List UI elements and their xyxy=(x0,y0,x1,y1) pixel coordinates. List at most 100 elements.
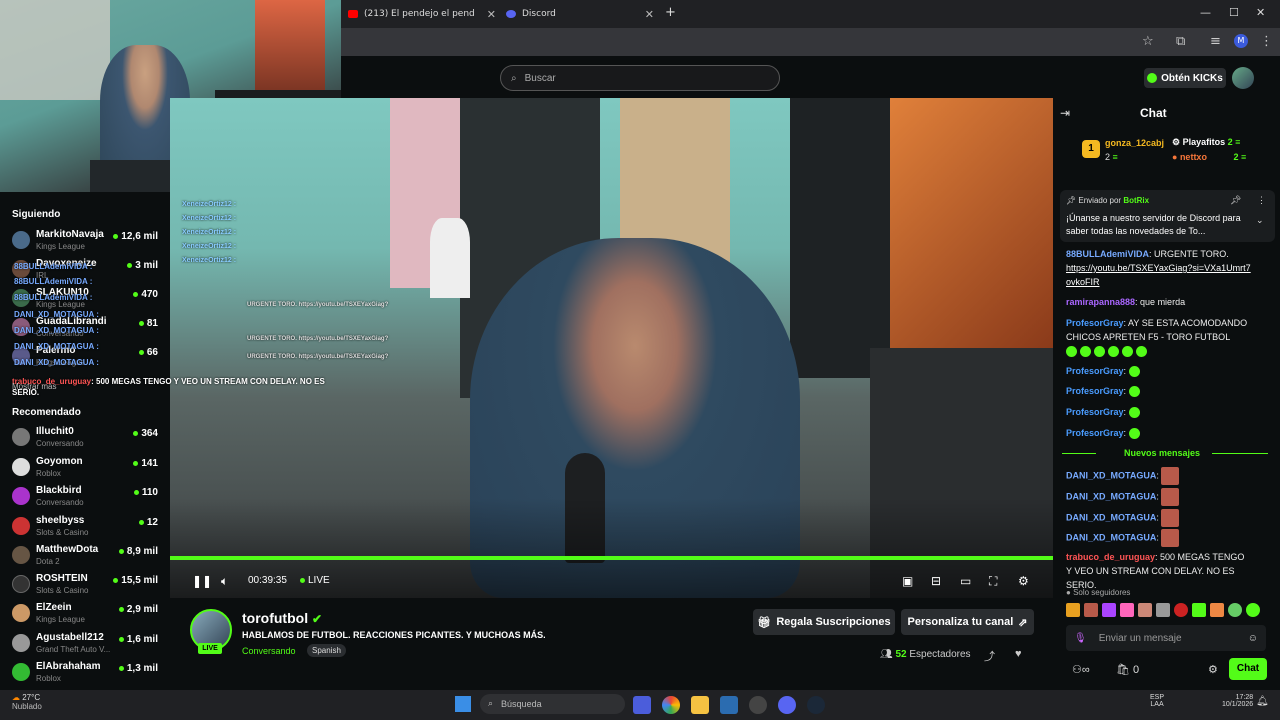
clip-icon[interactable]: ⊟ xyxy=(931,574,941,588)
sidebar-channel-markitonavaja[interactable]: MarkitoNavaja Kings League 12,6 mil xyxy=(12,229,162,257)
discord-icon xyxy=(506,10,516,18)
app-icon[interactable] xyxy=(749,696,767,714)
chat-input[interactable]: 🎙︎ Enviar un mensaje ☺ xyxy=(1066,625,1266,651)
overlay-chat-line: DANI_XD_MOTAGUA : xyxy=(14,358,99,367)
video-player[interactable] xyxy=(170,98,1053,598)
menu-icon[interactable]: ⋮ xyxy=(1260,34,1273,49)
live-dot-icon xyxy=(138,349,144,355)
sidebar-channel-roshtein[interactable]: ROSHTEIN Slots & Casino 15,5 mil xyxy=(12,573,162,601)
steam-icon[interactable] xyxy=(807,696,825,714)
progress-bar[interactable] xyxy=(170,556,1053,560)
live-dot-icon xyxy=(138,320,144,326)
minimize-icon[interactable]: — xyxy=(1200,6,1211,19)
chat-message: ProfesorGray: xyxy=(1066,384,1252,398)
santa-figure xyxy=(430,218,470,298)
more-options-icon[interactable]: ⋮ xyxy=(1257,195,1266,206)
gift-subs-button[interactable]: 🎁︎ Regala Suscripciones xyxy=(753,609,895,635)
overlay-chat-line: DANI_XD_MOTAGUA : xyxy=(14,342,99,351)
emoji-icon[interactable]: ☺ xyxy=(1248,633,1258,644)
pip-icon[interactable]: ▣ xyxy=(902,574,913,588)
emote-bar[interactable] xyxy=(1066,603,1266,619)
chat-message: 88BULLAdemiVIDA: URGENTE TORO. https://y… xyxy=(1066,249,1251,287)
notification-icon[interactable]: 🔔︎ xyxy=(1256,696,1269,707)
live-dot-icon xyxy=(133,460,139,466)
windows-start-icon[interactable] xyxy=(455,696,471,712)
customize-channel-button[interactable]: Personaliza tu canal ⇗ xyxy=(901,609,1034,635)
overlay-chat-line: XeneizeOrtiz12 : xyxy=(182,243,237,250)
following-title: Siguiendo xyxy=(12,209,61,220)
viewer-count: 👥︎ 52 Espectadores xyxy=(880,649,971,660)
follow-icon[interactable]: ♥︎ xyxy=(1015,648,1022,660)
live-dot-icon xyxy=(133,489,139,495)
overlay-chat-line: XeneizeOrtiz12 : xyxy=(182,215,237,222)
tab-discord[interactable]: Discord ✕ xyxy=(506,4,654,24)
streamer-name[interactable]: torofutbol ✔ xyxy=(242,610,322,626)
new-tab-icon[interactable]: + xyxy=(665,5,676,20)
chrome-icon[interactable] xyxy=(662,696,680,714)
folder-icon[interactable] xyxy=(691,696,709,714)
taskbar-app-icon[interactable] xyxy=(633,696,651,714)
avatar xyxy=(12,487,30,505)
close-tab-icon[interactable]: ✕ xyxy=(645,8,654,21)
search-bar[interactable]: ⌕ Buscar xyxy=(500,65,780,91)
sidebar-channel-goyomon[interactable]: Goyomon Roblox 141 xyxy=(12,456,162,484)
chat-message: DANI_XD_MOTAGUA: xyxy=(1066,467,1252,485)
top-gifter-name[interactable]: gonza_12cabj xyxy=(1105,138,1164,148)
extensions-icon[interactable]: ⧉ xyxy=(1176,34,1185,49)
overlay-chat-line: DANI_XD_MOTAGUA : xyxy=(14,326,99,335)
profile-icon[interactable]: M xyxy=(1234,34,1248,48)
avatar xyxy=(12,575,30,593)
volume-icon[interactable]: 🔈︎ xyxy=(221,574,228,589)
clock[interactable]: 17:28 10/1/2026 xyxy=(1222,694,1253,708)
search-icon: ⌕ xyxy=(488,699,494,709)
close-tab-icon[interactable]: ✕ xyxy=(487,8,496,21)
star-icon[interactable]: ☆ xyxy=(1142,34,1154,49)
settings-icon[interactable]: ⚙ xyxy=(1018,574,1029,588)
avatar xyxy=(12,604,30,622)
rank-badge: 1 xyxy=(1082,140,1100,158)
theater-icon[interactable]: ▭ xyxy=(960,574,971,588)
overlay-chat-message: trabuco_de_uruguay: 500 MEGAS TENGO Y VE… xyxy=(12,377,325,397)
send-chat-button[interactable]: Chat xyxy=(1229,658,1267,680)
live-indicator[interactable]: LIVE xyxy=(300,575,330,586)
pin-icon[interactable]: 📌︎ xyxy=(1230,195,1241,206)
collapse-chat-icon[interactable]: ⇥ xyxy=(1060,106,1070,120)
sidebar-channel-elzeein[interactable]: ElZeein Kings League 2,9 mil xyxy=(12,602,162,630)
tab-youtube[interactable]: (213) El pendejo el pendejo ma ✕ xyxy=(348,4,496,24)
pause-icon[interactable]: ❚❚ xyxy=(192,574,212,588)
discord-icon[interactable] xyxy=(778,696,796,714)
top-gifter-name[interactable]: ⚙︎ Playafitos 2 ≡ xyxy=(1172,137,1240,148)
top-gifter-name[interactable]: ● nettxo 2 ≡ xyxy=(1172,152,1246,162)
chat-users-icon[interactable]: ⚇∞ xyxy=(1072,663,1090,676)
share-icon[interactable]: ⤴ xyxy=(984,648,995,664)
sidebar-channel-agustabell212[interactable]: Agustabell212 Grand Theft Auto V... 1,6 … xyxy=(12,632,162,660)
show-more-link[interactable]: Mostrar más xyxy=(12,382,56,391)
mic-icon[interactable]: 🎙︎ xyxy=(1074,633,1087,644)
time-display: 00:39:35 xyxy=(248,575,287,586)
chat-message: ProfesorGray: xyxy=(1066,426,1252,440)
chat-settings-icon[interactable]: ⚙ xyxy=(1208,663,1218,676)
user-avatar[interactable] xyxy=(1232,67,1254,89)
chevron-down-icon[interactable]: ⌄ xyxy=(1256,215,1264,226)
door xyxy=(0,0,110,100)
language-indicator[interactable]: ESP LAA xyxy=(1150,694,1164,708)
sidebar-channel-elabrahaham[interactable]: ElAbrahaham Roblox 1,3 mil xyxy=(12,661,162,689)
points-display[interactable]: 🛍︎ 0 xyxy=(1116,663,1139,676)
overlay-chat-line: URGENTE TORO. https://youtu.be/TSXEYaxGi… xyxy=(247,336,389,342)
sidebar-channel-illuchit0[interactable]: Illuchit0 Conversando 364 xyxy=(12,426,162,454)
get-kicks-button[interactable]: Obtén KICKs xyxy=(1144,68,1226,88)
avatar xyxy=(12,634,30,652)
store-icon[interactable] xyxy=(720,696,738,714)
maximize-icon[interactable]: ☐ xyxy=(1229,6,1239,19)
poster xyxy=(255,0,325,95)
language-tag[interactable]: Spanish xyxy=(307,644,346,657)
media-icon[interactable]: ≡ xyxy=(1210,34,1221,49)
taskbar-search[interactable]: ⌕ Búsqueda xyxy=(480,694,625,714)
sidebar-channel-matthewdota[interactable]: MatthewDota Dota 2 8,9 mil xyxy=(12,544,162,572)
fullscreen-icon[interactable]: ⛶ xyxy=(989,574,997,589)
stream-category[interactable]: Conversando xyxy=(242,646,296,656)
sidebar-channel-blackbird[interactable]: Blackbird Conversando 110 xyxy=(12,485,162,513)
sidebar-channel-sheelbyss[interactable]: sheelbyss Slots & Casino 12 xyxy=(12,515,162,543)
weather-widget[interactable]: ☁︎ 27°C Nublado xyxy=(12,693,42,711)
close-window-icon[interactable]: ✕ xyxy=(1256,6,1265,19)
